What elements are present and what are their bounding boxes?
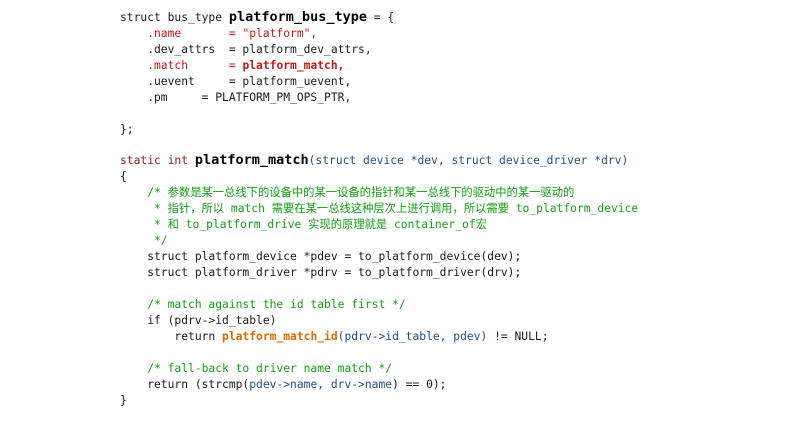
- code-token: return (strcmp(: [120, 377, 250, 391]
- code-line: */: [120, 233, 638, 249]
- code-token: .name = "platform",: [120, 26, 318, 40]
- code-token: platform_match,: [242, 58, 345, 72]
- code-line: .match = platform_match,: [120, 58, 638, 74]
- code-line: struct platform_driver *pdrv = to_platfo…: [120, 265, 638, 281]
- code-line: struct platform_device *pdev = to_platfo…: [120, 249, 638, 265]
- code-token: (pdrv->id_table, pdev): [337, 329, 488, 343]
- code-line: return (strcmp(pdev->name, drv->name) ==…: [120, 377, 638, 393]
- code-line: };: [120, 122, 638, 138]
- code-token: /* 参数是某一总线下的设备中的某一设备的指针和某一总线下的驱动中的某一驱动的: [120, 186, 575, 200]
- code-token: };: [120, 122, 134, 136]
- code-token: {: [120, 170, 127, 184]
- code-line: /* fall-back to driver name match */: [120, 361, 638, 377]
- code-token: return: [120, 329, 223, 343]
- code-line: * 和 to_platform_drive 实现的原理就是 container_…: [120, 217, 638, 233]
- code-token: * 和 to_platform_drive 实现的原理就是 container_…: [120, 218, 487, 232]
- code-line: }: [120, 393, 638, 409]
- code-token: struct platform_device *pdev = to_platfo…: [120, 250, 522, 264]
- code-line: /* 参数是某一总线下的设备中的某一设备的指针和某一总线下的驱动中的某一驱动的: [120, 185, 638, 201]
- code-block: struct bus_type platform_bus_type = { .n…: [120, 9, 638, 409]
- code-token: struct bus_type: [120, 11, 229, 24]
- code-token: /* fall-back to driver name match */: [120, 361, 393, 375]
- code-token: struct platform_driver *pdrv = to_platfo…: [120, 266, 522, 279]
- code-token: = {: [367, 11, 395, 24]
- code-line: static int platform_match(struct device …: [120, 152, 638, 169]
- code-token: .match =: [120, 58, 243, 72]
- code-token: */: [120, 234, 168, 248]
- code-token: ) == 0);: [392, 377, 447, 391]
- code-line: return platform_match_id(pdrv->id_table,…: [120, 329, 638, 345]
- code-token: .pm = PLATFORM_PM_OPS_PTR,: [120, 90, 352, 104]
- code-token: * 指针，所以 match 需要在某一总线这种层次上进行调用，所以需要 to_p…: [120, 202, 639, 216]
- code-line: .pm = PLATFORM_PM_OPS_PTR,: [120, 90, 638, 106]
- code-line: {: [120, 169, 638, 185]
- code-line: .dev_attrs = platform_dev_attrs,: [120, 42, 638, 58]
- code-token: .dev_attrs = platform_dev_attrs,: [120, 42, 372, 56]
- code-token: static int: [120, 154, 195, 168]
- code-token: platform_bus_type: [228, 9, 367, 25]
- code-token: .uevent = platform_uevent,: [120, 74, 352, 88]
- code-line: struct bus_type platform_bus_type = {: [120, 9, 638, 26]
- code-line: * 指针，所以 match 需要在某一总线这种层次上进行调用，所以需要 to_p…: [120, 201, 638, 217]
- code-token: platform_match: [194, 152, 309, 169]
- code-line: if (pdrv->id_table): [120, 313, 638, 329]
- code-token: /* match against the id table first */: [120, 297, 406, 311]
- code-token: platform_match_id: [222, 329, 338, 343]
- code-token: pdev->name, drv->name: [249, 377, 393, 391]
- code-token: if (pdrv->id_table): [120, 313, 277, 327]
- code-token: (struct device *dev, struct device_drive…: [308, 154, 629, 168]
- code-line: .uevent = platform_uevent,: [120, 74, 638, 90]
- code-line: .name = "platform",: [120, 26, 638, 42]
- code-line: /* match against the id table first */: [120, 297, 638, 313]
- code-token: != NULL;: [487, 329, 549, 343]
- code-token: }: [120, 393, 127, 407]
